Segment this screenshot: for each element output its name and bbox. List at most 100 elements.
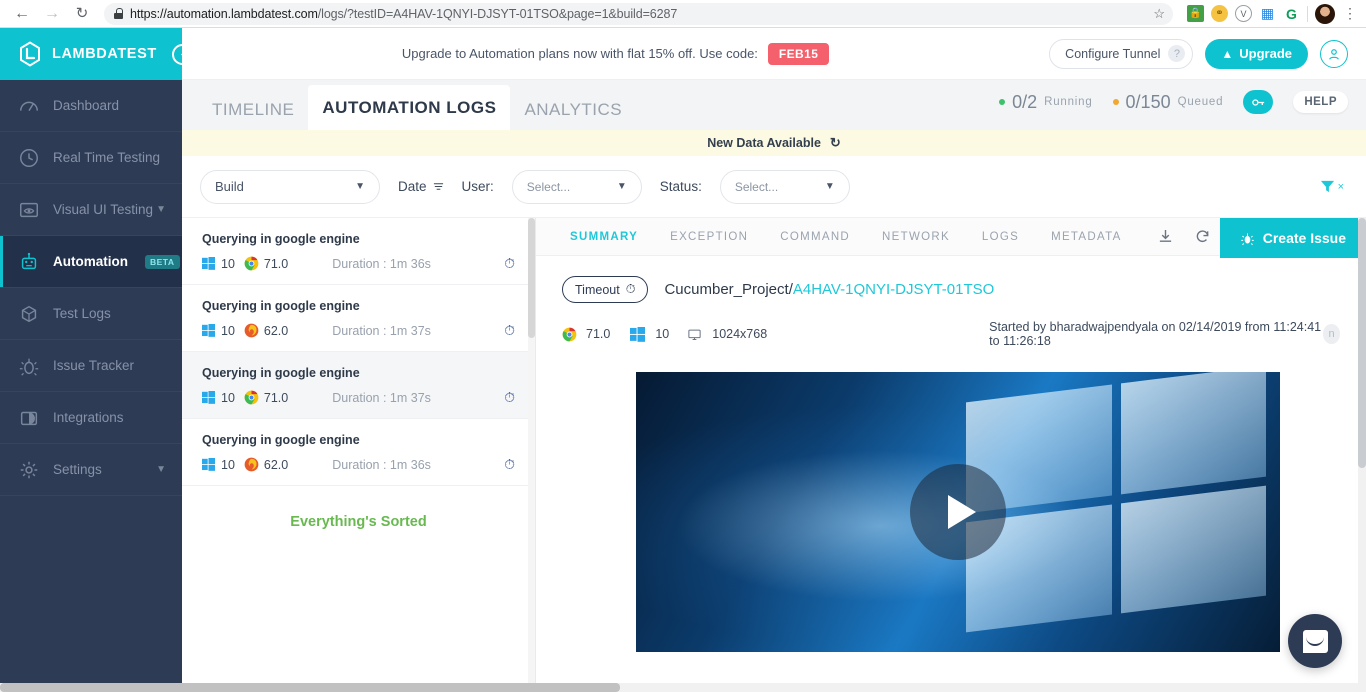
build-select[interactable]: Build ▼ — [200, 169, 380, 204]
refresh-icon[interactable] — [1195, 229, 1210, 244]
brand-name: LAMBDATEST — [52, 46, 157, 62]
stopwatch-icon: ⏱ — [504, 255, 515, 271]
date-filter[interactable]: Date — [398, 179, 444, 194]
sidebar-item-dashboard[interactable]: Dashboard — [0, 80, 182, 132]
download-icon[interactable] — [1158, 229, 1173, 244]
tab-automation-logs[interactable]: AUTOMATION LOGS — [308, 85, 511, 130]
intercom-chat-icon — [1302, 629, 1328, 653]
configure-tunnel-label: Configure Tunnel — [1065, 46, 1161, 61]
lastpass-icon[interactable]: 🔒 — [1187, 5, 1204, 22]
tab-logs[interactable]: LOGS — [966, 231, 1035, 243]
address-bar[interactable]: https://automation.lambdatest.com/logs/?… — [104, 2, 1173, 25]
tab-metadata[interactable]: METADATA — [1035, 231, 1137, 243]
access-key-button[interactable] — [1243, 90, 1274, 114]
refresh-icon[interactable]: ↻ — [830, 135, 841, 151]
status-select[interactable]: Select... ▼ — [719, 169, 850, 204]
user-filter-label: User: — [461, 179, 494, 194]
tab-timeline[interactable]: TIMELINE — [198, 89, 308, 130]
test-meta: 10 71.0 Duration : 1m 36s ⏱ — [202, 255, 515, 272]
gear-icon — [20, 461, 38, 478]
detail-tab-actions — [1158, 229, 1210, 244]
sidebar-item-test-logs[interactable]: Test Logs — [0, 288, 182, 340]
list-scrollbar[interactable] — [528, 218, 535, 692]
tab-exception[interactable]: EXCEPTION — [654, 231, 764, 243]
test-list-item[interactable]: Querying in google engine 10 71.0 Durati… — [182, 352, 535, 419]
windows-icon — [202, 391, 215, 404]
intercom-chat-button[interactable] — [1288, 614, 1342, 668]
detail-scrollbar-thumb[interactable] — [1358, 218, 1366, 468]
page-scrollbar-thumb[interactable] — [0, 683, 620, 692]
lock-icon — [114, 8, 123, 19]
queued-status: 0/150 Queued — [1112, 92, 1224, 113]
toolbar-divider — [1307, 5, 1308, 22]
tab-network[interactable]: NETWORK — [866, 231, 966, 243]
new-data-text: New Data Available — [707, 136, 821, 150]
running-status: 0/2 Running — [999, 92, 1092, 113]
test-list-item[interactable]: Querying in google engine 10 71.0 Durati… — [182, 218, 535, 285]
test-title: Querying in google engine — [202, 232, 360, 246]
upgrade-arrow-icon: ▲ — [1221, 46, 1234, 61]
test-id[interactable]: A4HAV-1QNYI-DJSYT-01TSO — [793, 281, 994, 298]
new-data-banner[interactable]: New Data Available ↻ — [182, 130, 1366, 156]
funnel-icon[interactable] — [1320, 179, 1335, 194]
test-list-item[interactable]: Querying in google engine 10 62.0 Durati… — [182, 285, 535, 352]
status-cluster: 0/2 Running 0/150 Queued HELP — [999, 90, 1348, 114]
user-account-button[interactable] — [1320, 39, 1348, 68]
sidebar-item-issue-tracker[interactable]: Issue Tracker — [0, 340, 182, 392]
test-duration: Duration : 1m 37s — [332, 323, 431, 338]
page-horizontal-scrollbar[interactable] — [0, 683, 1366, 692]
tab-summary[interactable]: SUMMARY — [554, 231, 654, 243]
tab-analytics[interactable]: ANALYTICS — [510, 89, 636, 130]
windows-icon — [202, 257, 215, 270]
create-issue-label: Create Issue — [1262, 230, 1346, 246]
avatar: n — [1323, 324, 1340, 344]
create-issue-button[interactable]: Create Issue — [1219, 218, 1366, 258]
forward-arrow-icon[interactable]: → — [38, 2, 66, 26]
chevron-down-icon: ▼ — [616, 181, 627, 192]
integrations-icon — [20, 411, 38, 425]
tab-command[interactable]: COMMAND — [764, 231, 866, 243]
reload-icon[interactable]: ↻ — [68, 2, 96, 26]
play-button[interactable] — [910, 464, 1006, 560]
stopwatch-icon: ⏱ — [504, 389, 515, 405]
profile-avatar[interactable] — [1315, 3, 1335, 24]
configure-tunnel-button[interactable]: Configure Tunnel ? — [1049, 38, 1194, 69]
clear-filter-icon[interactable]: × — [1338, 181, 1344, 193]
detail-os-version: 10 — [655, 327, 670, 341]
test-title: Querying in google engine — [202, 366, 360, 380]
user-select[interactable]: Select... ▼ — [511, 169, 642, 204]
v-circle-icon[interactable]: V — [1235, 5, 1252, 22]
detail-header-row: Timeout ⏱ Cucumber_Project/A4HAV-1QNYI-D… — [562, 276, 1340, 303]
sort-lines-icon — [433, 183, 443, 190]
chevron-down-icon: ▼ — [824, 181, 835, 192]
chrome-menu-icon[interactable]: ⋮ — [1342, 5, 1358, 22]
sidebar-item-automation[interactable]: Automation BETA — [0, 236, 182, 288]
test-list-pane: Querying in google engine 10 71.0 Durati… — [182, 218, 536, 692]
test-video-player[interactable] — [636, 372, 1280, 652]
detail-browser-version: 71.0 — [586, 327, 611, 341]
list-scrollbar-thumb[interactable] — [528, 218, 535, 338]
sidebar-item-real-time-testing[interactable]: Real Time Testing — [0, 132, 182, 184]
back-arrow-icon[interactable]: ← — [8, 2, 36, 26]
test-list-item[interactable]: Querying in google engine 10 62.0 Durati… — [182, 419, 535, 486]
sidebar-item-integrations[interactable]: Integrations — [0, 392, 182, 444]
sidebar-item-visual-ui-testing[interactable]: Visual UI Testing ▼ — [0, 184, 182, 236]
help-question-icon[interactable]: ? — [1168, 45, 1186, 62]
test-title: Querying in google engine — [202, 299, 360, 313]
grammarly-icon[interactable]: G — [1283, 5, 1300, 22]
stopwatch-icon: ⏱ — [504, 322, 515, 338]
windows-icon[interactable]: ▦ — [1259, 5, 1276, 22]
filter-actions: × — [1320, 179, 1344, 194]
help-button[interactable]: HELP — [1293, 91, 1348, 113]
status-select-value: Select... — [734, 179, 779, 194]
app-shell: LAMBDATEST ‹ Dashboard Real Time Testing — [0, 28, 1366, 692]
detail-scrollbar[interactable] — [1358, 218, 1366, 692]
windows-wallpaper-logo — [966, 372, 1266, 633]
bookmark-star-icon[interactable]: ☆ — [1153, 6, 1165, 22]
key-icon[interactable]: ⚭ — [1211, 5, 1228, 22]
upgrade-button[interactable]: ▲ Upgrade — [1205, 38, 1308, 69]
sidebar-item-settings[interactable]: Settings ▼ — [0, 444, 182, 496]
monitor-icon — [688, 329, 701, 340]
status-badge-label: Timeout — [575, 282, 620, 297]
running-label: Running — [1044, 96, 1093, 108]
